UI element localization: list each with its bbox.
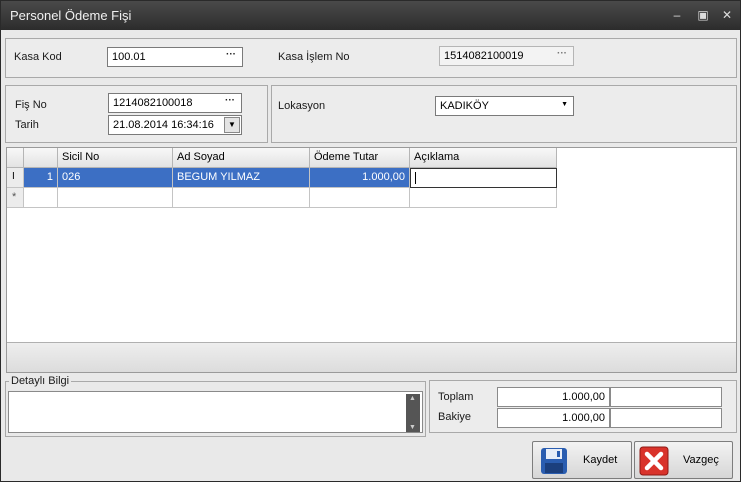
new-row-cell[interactable]	[173, 188, 310, 208]
cancel-button[interactable]: Vazgeç	[634, 441, 733, 479]
cancel-label: Vazgeç	[683, 454, 719, 466]
new-row-cell[interactable]	[24, 188, 58, 208]
scroll-up-icon[interactable]: ▲	[409, 395, 416, 402]
column-header-ad-soyad[interactable]: Ad Soyad	[173, 148, 310, 168]
row-indicator: I	[7, 168, 24, 188]
toplam-label: Toplam	[438, 391, 474, 403]
detay-textarea[interactable]: ▲ ▼	[8, 391, 423, 433]
payment-grid: Sicil No Ad Soyad Ödeme Tutar Açıklama I…	[6, 147, 737, 373]
detay-legend: Detaylı Bilgi	[11, 375, 70, 387]
grid-footer	[7, 342, 736, 372]
kasa-islem-label: Kasa İşlem No	[278, 51, 350, 63]
lokasyon-select[interactable]: KADIKÖY ▼	[435, 96, 574, 116]
save-label: Kaydet	[583, 454, 618, 466]
bakiye-field: 1.000,00	[497, 408, 610, 428]
bakiye-label: Bakiye	[438, 411, 472, 423]
tarih-value: 21.08.2014 16:34:16	[113, 119, 214, 131]
close-icon[interactable]: ✕	[719, 7, 735, 23]
cell-ad-soyad[interactable]: BEGUM YILMAZ	[173, 168, 310, 188]
scroll-down-icon[interactable]: ▼	[409, 424, 416, 431]
tarih-label: Tarih	[15, 119, 39, 131]
toplam-field: 1.000,00	[497, 387, 610, 407]
minimize-icon[interactable]: –	[669, 7, 685, 23]
window-title: Personel Ödeme Fişi	[10, 8, 132, 23]
lokasyon-panel: Lokasyon KADIKÖY ▼	[271, 85, 737, 143]
column-header-rowno	[24, 148, 58, 168]
kasa-islem-value: 1514082100019	[444, 50, 524, 62]
scrollbar[interactable]: ▲ ▼	[406, 394, 420, 432]
maximize-icon[interactable]: ▣	[695, 7, 711, 23]
row-number: 1	[24, 168, 58, 188]
fis-panel: Fiş No 1214082100018 ··· Tarih 21.08.201…	[5, 85, 268, 143]
column-header-aciklama[interactable]: Açıklama	[410, 148, 557, 168]
kasa-kod-label: Kasa Kod	[14, 51, 62, 63]
fis-no-label: Fiş No	[15, 99, 47, 111]
grid-corner	[7, 148, 24, 168]
cancel-x-icon	[639, 446, 669, 476]
tarih-field[interactable]: 21.08.2014 16:34:16 ▼	[108, 115, 242, 135]
new-row-indicator: *	[7, 188, 24, 208]
bakiye-extra-field	[610, 408, 722, 428]
ellipsis-button[interactable]: ···	[553, 48, 571, 64]
ellipsis-button[interactable]: ···	[221, 95, 239, 111]
new-row-cell[interactable]	[410, 188, 557, 208]
kasa-kod-field[interactable]: 100.01 ···	[107, 47, 243, 67]
cell-odeme-tutar[interactable]: 1.000,00	[310, 168, 410, 188]
payment-window: Personel Ödeme Fişi – ▣ ✕ Kasa Kod 100.0…	[0, 0, 741, 482]
toplam-extra-field	[610, 387, 722, 407]
title-bar: Personel Ödeme Fişi – ▣ ✕	[1, 1, 740, 30]
column-header-sicil-no[interactable]: Sicil No	[58, 148, 173, 168]
fis-no-field[interactable]: 1214082100018 ···	[108, 93, 242, 113]
new-row-cell[interactable]	[58, 188, 173, 208]
kasa-islem-field[interactable]: 1514082100019 ···	[439, 46, 574, 66]
chevron-down-icon[interactable]: ▼	[224, 117, 240, 133]
totals-panel: Toplam 1.000,00 Bakiye 1.000,00	[429, 380, 737, 433]
ellipsis-button[interactable]: ···	[222, 49, 240, 65]
column-header-odeme-tutar[interactable]: Ödeme Tutar	[310, 148, 410, 168]
cell-aciklama-editor[interactable]	[410, 168, 557, 188]
new-row-cell[interactable]	[310, 188, 410, 208]
kasa-kod-value: 100.01	[112, 51, 146, 63]
kasa-panel: Kasa Kod 100.01 ··· Kasa İşlem No 151408…	[5, 38, 737, 78]
save-button[interactable]: Kaydet	[532, 441, 632, 479]
lokasyon-label: Lokasyon	[278, 100, 326, 112]
fis-no-value: 1214082100018	[113, 97, 193, 109]
cell-sicil-no[interactable]: 026	[58, 168, 173, 188]
lokasyon-value: KADIKÖY	[440, 100, 489, 112]
text-cursor	[415, 172, 416, 185]
floppy-disk-icon	[541, 448, 567, 474]
chevron-down-icon[interactable]: ▼	[561, 101, 568, 108]
